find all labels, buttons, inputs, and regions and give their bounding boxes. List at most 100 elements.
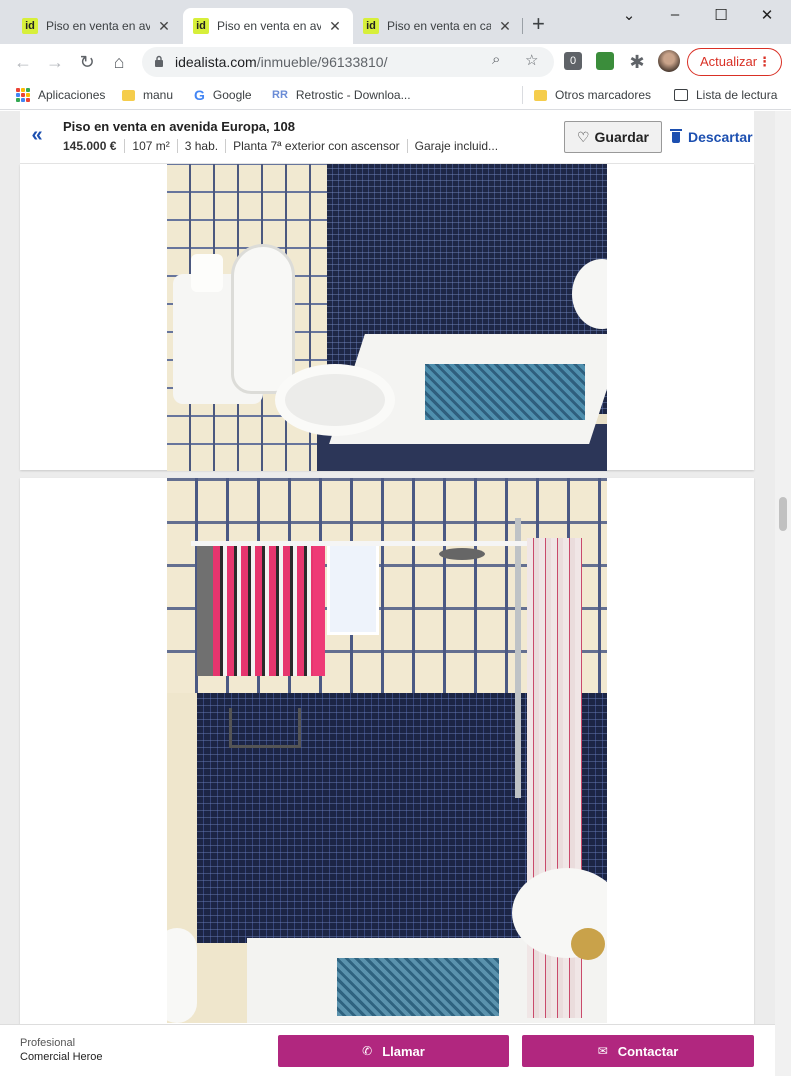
brass-tap (571, 928, 605, 960)
page-content: « Piso en venta en avenida Europa, 108 1… (0, 111, 775, 1076)
tab-3[interactable]: id Piso en venta en calle ✕ (353, 8, 523, 44)
home-icon[interactable]: ⌂ (108, 51, 130, 73)
toilet-lid (231, 244, 295, 394)
bookmark-google[interactable]: G Google (194, 86, 252, 104)
contact-bar: Profesional Comercial Heroe ✆ Llamar ✉ C… (0, 1024, 775, 1076)
call-button[interactable]: ✆ Llamar (278, 1035, 509, 1067)
shower-mat (337, 958, 499, 1016)
toilet-paper-roll (191, 254, 223, 292)
contact-button[interactable]: ✉ Contactar (522, 1035, 754, 1067)
tab-1[interactable]: id Piso en venta en avenida Europa, 108 … (12, 8, 182, 44)
address-bar[interactable]: idealista.com/inmueble/96133810/ ⌕ ☆ (142, 47, 554, 77)
extension-green-icon[interactable] (596, 52, 614, 70)
bookmark-retrostic[interactable]: RR Retrostic - Downloa... (272, 86, 411, 104)
bookmark-manu[interactable]: manu (122, 86, 173, 104)
bookmark-other[interactable]: Otros marcadores (534, 86, 651, 104)
shower-pipe (515, 518, 521, 798)
minimize-window-button[interactable]: – (660, 6, 690, 26)
phone-icon: ✆ (362, 1044, 373, 1058)
listing-title: Piso en venta en avenida Europa, 108 (63, 119, 295, 134)
bookmark-apps[interactable]: Aplicaciones (16, 86, 105, 104)
retrostic-icon: RR (272, 89, 288, 101)
close-tab-icon[interactable]: ✕ (156, 18, 172, 35)
extension-counter-icon[interactable]: 0 (564, 52, 582, 70)
bookmark-reading-list[interactable]: Lista de lectura (674, 86, 777, 104)
bathroom-photo-shower[interactable] (167, 478, 607, 1023)
bookmark-label: Lista de lectura (696, 88, 778, 102)
window (327, 543, 379, 635)
google-icon: G (194, 87, 205, 103)
close-tab-icon[interactable]: ✕ (327, 18, 343, 35)
update-label: Actualizar (700, 54, 758, 69)
trash-icon (670, 128, 682, 143)
url-path: /inmueble/96133810/ (256, 54, 388, 70)
feature-floor: Planta 7ª exterior con ascensor (225, 139, 407, 153)
apps-grid-icon (16, 88, 30, 102)
contact-label: Contactar (617, 1043, 679, 1059)
tab-title: Piso en venta en avenida Europa, 108 (46, 19, 150, 33)
update-browser-button[interactable]: Actualizar ⋮ (687, 48, 782, 76)
bathroom-photo-toilet[interactable] (167, 164, 607, 471)
close-window-button[interactable]: ✕ (752, 6, 782, 26)
shower-mat (425, 364, 585, 420)
listing-features: 145.000 € 107 m² 3 hab. Planta 7ª exteri… (63, 139, 505, 153)
bookmark-star-icon[interactable]: ☆ (525, 51, 538, 69)
url-text[interactable]: idealista.com/inmueble/96133810/ (175, 54, 387, 70)
tab-title: Piso en venta en avenida Europa, 108 (217, 19, 321, 33)
striped-towel (197, 546, 325, 676)
extensions-puzzle-icon[interactable]: ✱ (626, 51, 648, 73)
tab-2-active[interactable]: id Piso en venta en avenida Europa, 108 … (183, 8, 353, 44)
photo-card (20, 164, 754, 471)
feature-rooms: 3 hab. (176, 139, 225, 153)
maximize-window-button[interactable]: ☐ (706, 6, 736, 26)
call-label: Llamar (382, 1043, 425, 1059)
bookmark-label: Google (212, 88, 252, 102)
feature-area: 107 m² (124, 139, 176, 153)
save-button[interactable]: ♡ Guardar (564, 121, 662, 153)
reload-icon[interactable]: ↻ (76, 51, 98, 73)
folder-icon (534, 89, 547, 101)
shower-head (439, 548, 485, 560)
advertiser-type: Profesional (20, 1037, 76, 1049)
tab-strip: id Piso en venta en avenida Europa, 108 … (0, 0, 791, 44)
toilet-bowl (275, 364, 395, 436)
idealista-favicon-icon: id (193, 18, 209, 34)
reading-list-icon (674, 89, 688, 101)
agency-name[interactable]: Comercial Heroe (20, 1051, 103, 1063)
profile-avatar[interactable] (658, 50, 680, 72)
listing-price: 145.000 € (63, 139, 117, 153)
scrollbar-thumb[interactable] (779, 497, 787, 531)
bookmark-label: Retrostic - Downloa... (295, 88, 411, 102)
idealista-favicon-icon: id (363, 18, 379, 34)
discard-button[interactable]: Descartar (670, 121, 753, 153)
url-domain: idealista.com (175, 54, 257, 70)
bookmarks-separator (522, 86, 523, 104)
idealista-favicon-icon: id (22, 18, 38, 34)
folder-icon (122, 89, 135, 101)
zoom-search-icon[interactable]: ⌕ (492, 51, 500, 68)
new-tab-button[interactable]: + (532, 13, 545, 35)
toilet-edge (167, 928, 197, 1023)
close-tab-icon[interactable]: ✕ (497, 18, 513, 35)
tab-title: Piso en venta en calle (387, 19, 491, 33)
bookmarks-bar: Aplicaciones manu G Google RR Retrostic … (0, 80, 791, 110)
save-label: Guardar (594, 129, 650, 145)
page-scrollbar[interactable] (775, 111, 791, 1076)
chat-icon: ✉ (597, 1044, 608, 1058)
lock-icon (155, 55, 163, 67)
photo-card (20, 478, 754, 1038)
back-double-chevron-icon[interactable]: « (22, 119, 52, 153)
discard-label: Descartar (688, 129, 753, 145)
kebab-menu-icon: ⋮ (758, 54, 771, 69)
bookmark-label: Otros marcadores (555, 88, 652, 102)
back-arrow-icon[interactable]: ← (12, 51, 34, 73)
forward-arrow-icon[interactable]: → (44, 51, 66, 73)
tab-separator (522, 18, 523, 34)
heart-icon: ♡ (576, 128, 590, 145)
bookmark-label: manu (143, 88, 174, 102)
feature-garage: Garaje incluid... (406, 139, 505, 153)
listing-sticky-header: « Piso en venta en avenida Europa, 108 1… (20, 111, 754, 164)
bookmark-label: Aplicaciones (38, 88, 106, 102)
tab-search-chevron-icon[interactable]: ⌄ (614, 6, 644, 26)
browser-toolbar: ← → ↻ ⌂ idealista.com/inmueble/96133810/… (0, 44, 791, 80)
